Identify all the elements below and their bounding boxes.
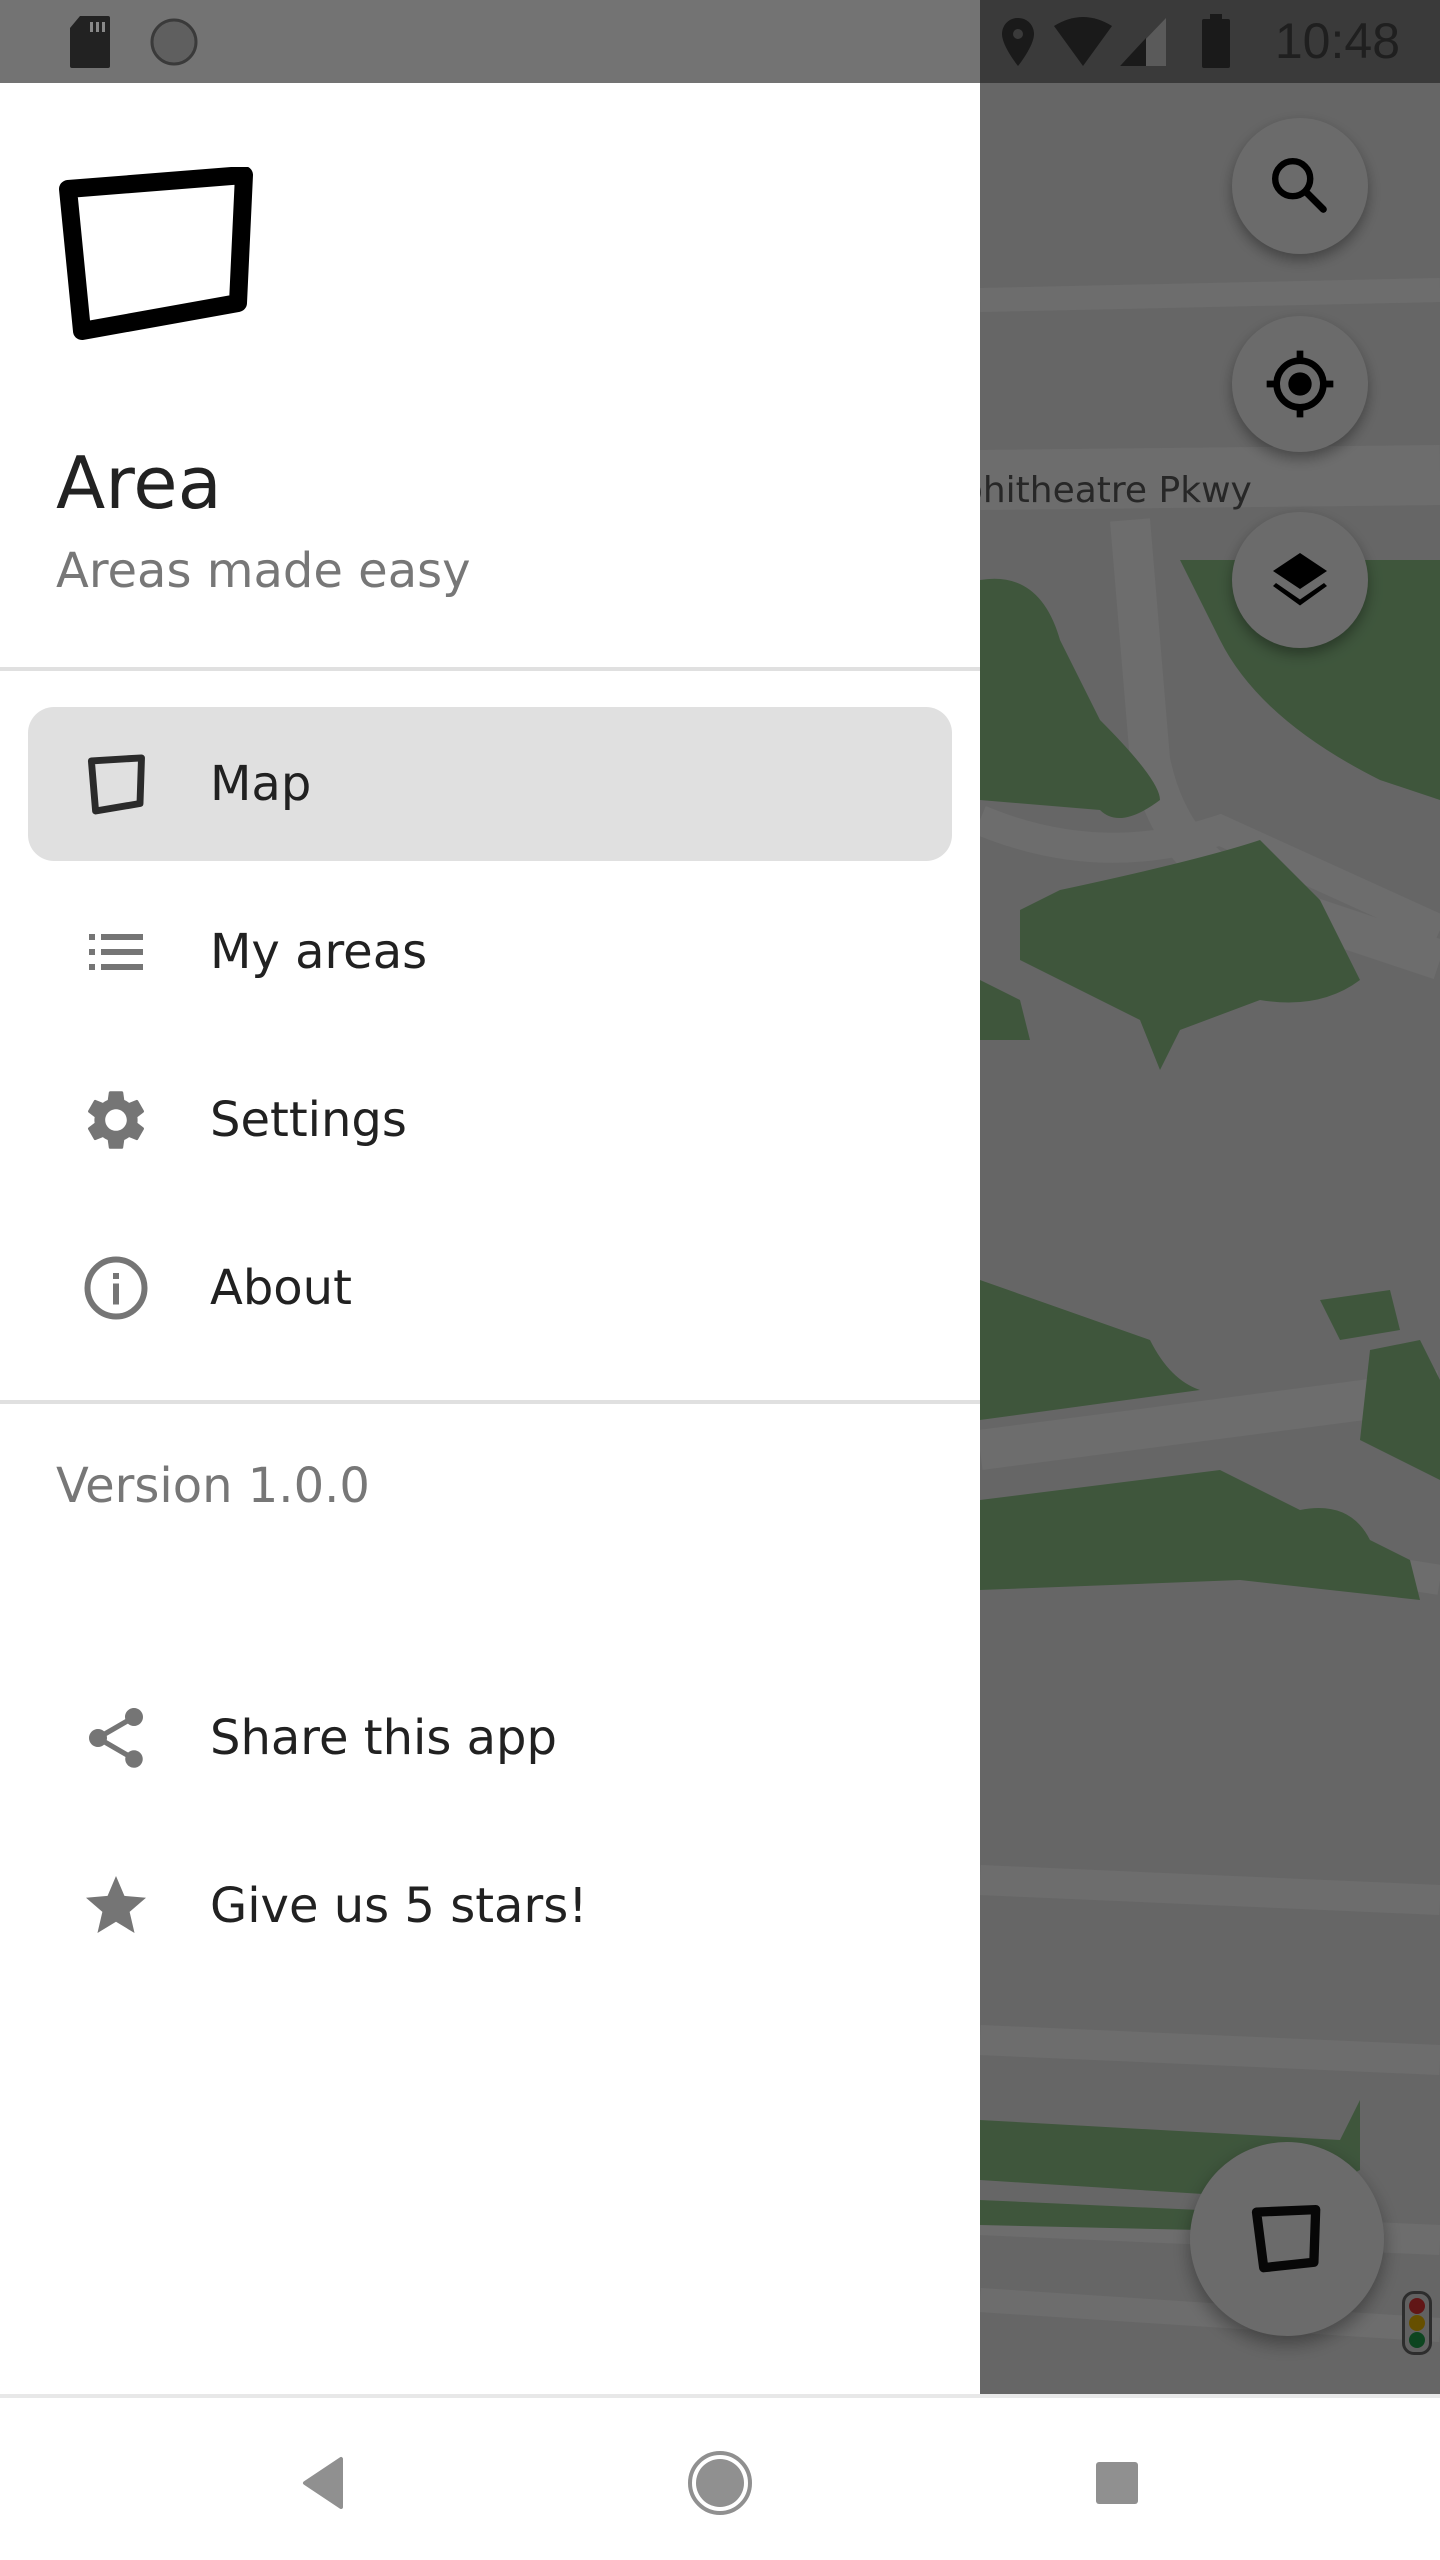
gear-icon <box>87 1091 145 1149</box>
nav-item-about[interactable]: About <box>28 1211 952 1365</box>
home-button[interactable] <box>675 2438 765 2528</box>
star-icon <box>86 1876 146 1933</box>
system-nav-bar <box>0 2394 1440 2560</box>
home-icon <box>688 2451 752 2515</box>
location-icon <box>1002 18 1034 66</box>
share-app-label: Share this app <box>210 1710 557 1766</box>
section-divider <box>0 1400 980 1404</box>
nav-item-settings[interactable]: Settings <box>28 1043 952 1197</box>
share-icon <box>89 1708 143 1768</box>
wifi-icon <box>1054 17 1112 66</box>
status-bar: 10:48 <box>0 0 1440 83</box>
nav-item-label: Map <box>210 756 312 812</box>
rate-app-label: Give us 5 stars! <box>210 1878 588 1934</box>
sd-card-icon <box>70 16 110 68</box>
nav-item-map[interactable]: Map <box>28 707 952 861</box>
status-clock: 10:48 <box>1274 13 1400 69</box>
version-label: Version 1.0.0 <box>56 1458 370 1514</box>
navigation-drawer: Area Areas made easy Map My areas Settin… <box>0 83 980 2394</box>
info-icon <box>84 1256 148 1320</box>
cell-signal-icon <box>1120 18 1166 66</box>
header-divider <box>0 667 980 671</box>
recents-icon <box>1096 2462 1138 2504</box>
recents-button[interactable] <box>1072 2438 1162 2528</box>
nav-item-label: Settings <box>210 1092 407 1148</box>
nav-item-my-areas[interactable]: My areas <box>28 875 952 1029</box>
share-app-item[interactable]: Share this app <box>28 1661 952 1815</box>
rate-app-item[interactable]: Give us 5 stars! <box>28 1829 952 1983</box>
sync-icon <box>150 18 198 66</box>
nav-item-label: About <box>210 1260 352 1316</box>
nav-item-label: My areas <box>210 924 428 980</box>
app-title: Area <box>56 441 222 525</box>
area-polygon-icon <box>87 754 145 815</box>
app-logo-icon <box>59 167 253 340</box>
app-subtitle: Areas made easy <box>56 543 471 599</box>
battery-icon <box>1202 14 1230 68</box>
back-button[interactable] <box>278 2438 368 2528</box>
back-icon <box>303 2457 343 2509</box>
list-icon <box>89 934 143 970</box>
